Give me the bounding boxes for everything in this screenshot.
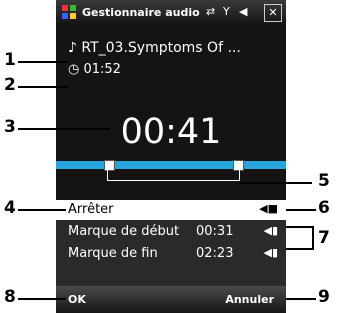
callout-6: 6 (318, 198, 330, 218)
start-menu-icon[interactable] (61, 4, 77, 23)
clock-icon: ◷ (68, 62, 80, 77)
app-title: Gestionnaire audio (82, 6, 200, 19)
callout-line-2 (18, 86, 68, 88)
signal-icon: Y (223, 5, 230, 18)
playback-timeline[interactable] (56, 160, 286, 171)
menu-item-end-mark[interactable]: Marque de fin 02:23 ◀▮ (56, 244, 286, 264)
callout-line-3 (18, 128, 110, 130)
close-button[interactable]: ✕ (264, 4, 282, 22)
callout-9: 9 (318, 287, 330, 307)
back-arrow-icon: ◀■ (259, 202, 278, 215)
marker-connector (107, 170, 240, 181)
callout-line-6 (286, 209, 316, 211)
callout-line-8 (18, 298, 66, 300)
music-note-icon: ♪ (68, 40, 77, 56)
track-duration: 01:52 (83, 62, 121, 77)
track-name: RT_03.Symptoms Of ... (81, 40, 241, 56)
callout-4: 4 (4, 198, 16, 218)
cancel-softkey[interactable]: Annuler (225, 293, 274, 306)
callout-1: 1 (4, 50, 16, 70)
callout-5: 5 (318, 171, 330, 191)
callout-line-5 (240, 182, 312, 184)
menu-item-start-mark[interactable]: Marque de début 00:31 ◀▮ (56, 222, 286, 242)
callout-line-9 (286, 298, 316, 300)
callout-line-7c (312, 226, 314, 250)
callout-line-1 (18, 61, 68, 63)
title-bar: Gestionnaire audio ⇄ Y ◀ ✕ (56, 0, 286, 27)
callout-3: 3 (4, 117, 16, 137)
duration-row: ◷ 01:52 (68, 62, 121, 77)
menu-item-value: 00:31 (196, 224, 234, 239)
menu-item-value: 02:23 (196, 246, 234, 261)
menu-item-label: Marque de fin (68, 246, 158, 261)
callout-line-7b (286, 248, 312, 250)
back-arrow-icon: ◀▮ (263, 246, 278, 259)
callout-2: 2 (4, 75, 16, 95)
callout-line-4 (18, 209, 66, 211)
menu-item-stop[interactable]: Arrêter ◀■ (56, 200, 286, 220)
menu-item-label: Marque de début (68, 224, 180, 239)
current-time: 00:41 (120, 112, 222, 152)
track-row: ♪ RT_03.Symptoms Of ... (68, 40, 241, 56)
context-menu: Arrêter ◀■ Marque de début 00:31 ◀▮ Marq… (56, 200, 286, 288)
volume-icon[interactable]: ◀ (239, 5, 247, 18)
softkey-bar: OK Annuler (56, 286, 286, 313)
callout-8: 8 (4, 287, 16, 307)
callout-line-7a (286, 226, 312, 228)
menu-item-label: Arrêter (68, 202, 114, 217)
phone-screen: Gestionnaire audio ⇄ Y ◀ ✕ ♪ RT_03.Sympt… (56, 0, 286, 313)
callout-7: 7 (318, 228, 330, 248)
ok-softkey[interactable]: OK (68, 293, 86, 306)
back-arrow-icon: ◀▮ (263, 224, 278, 237)
sync-icon: ⇄ (206, 5, 216, 18)
